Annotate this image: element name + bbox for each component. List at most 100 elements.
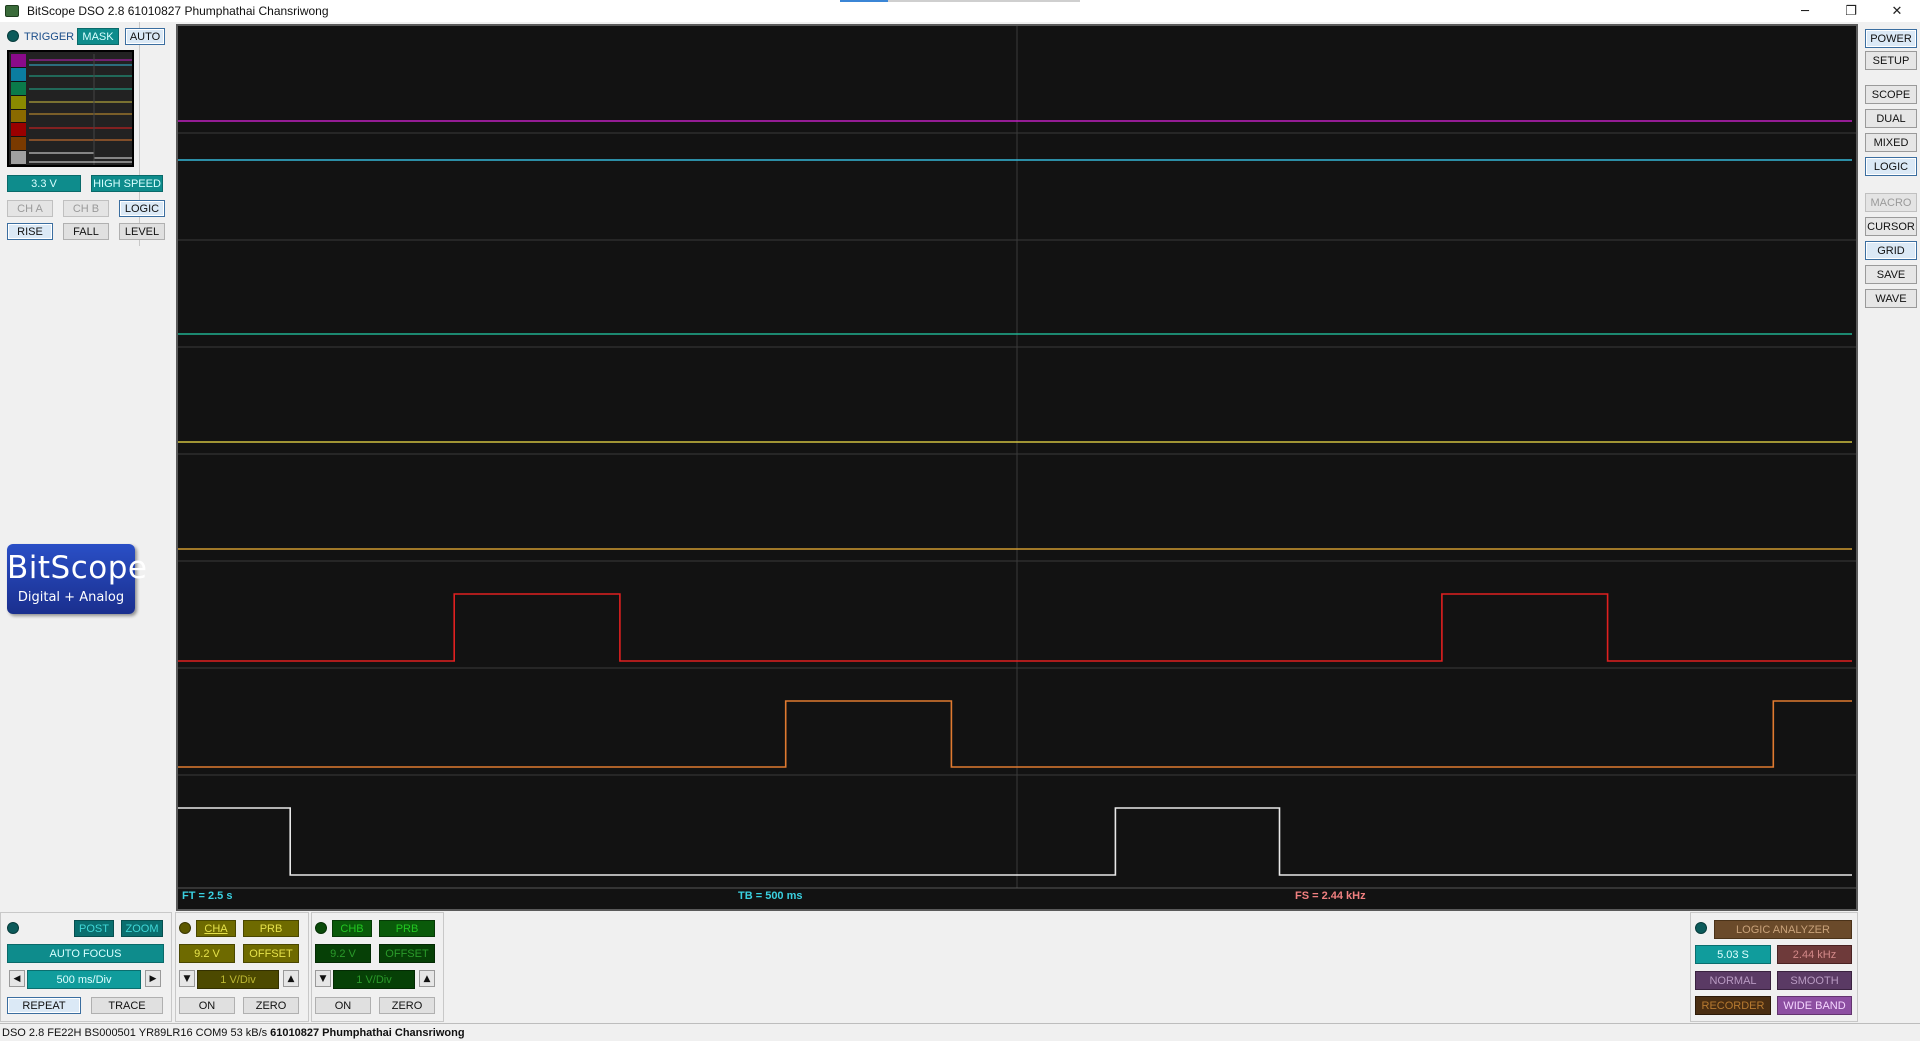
high-speed-button[interactable]: HIGH SPEED: [91, 175, 163, 192]
fs-readout: FS = 2.44 kHz: [1295, 890, 1366, 902]
scope-mode-button[interactable]: SCOPE: [1865, 85, 1917, 104]
trace-button[interactable]: TRACE: [91, 997, 163, 1014]
wave-button[interactable]: WAVE: [1865, 289, 1917, 308]
restore-button[interactable]: ❐: [1828, 0, 1874, 22]
channel-a-on-button[interactable]: ON: [179, 997, 235, 1014]
channel-b-offset-button[interactable]: OFFSET: [379, 944, 435, 963]
logo-name: BitScope: [7, 550, 148, 586]
auto-button[interactable]: AUTO: [125, 28, 165, 45]
zoom-button[interactable]: ZOOM: [121, 920, 163, 937]
chevron-down-icon: ▼: [319, 973, 327, 984]
trigger-label: TRIGGER: [24, 31, 75, 43]
recorder-button[interactable]: RECORDER: [1695, 996, 1771, 1015]
smooth-button[interactable]: SMOOTH: [1777, 971, 1852, 990]
power-button[interactable]: POWER: [1865, 29, 1917, 48]
scope-traces: [178, 120, 1852, 876]
chevron-right-icon: ▶: [149, 973, 157, 984]
logic-analyzer-led-icon[interactable]: [1695, 922, 1707, 934]
normal-button[interactable]: NORMAL: [1695, 971, 1771, 990]
ft-readout: FT = 2.5 s: [182, 890, 233, 902]
logic-trace-5: [178, 593, 1852, 662]
setup-button[interactable]: SETUP: [1865, 51, 1917, 70]
channel-a-range[interactable]: 9.2 V: [179, 944, 235, 963]
minimize-button[interactable]: ─: [1782, 0, 1828, 22]
channel-chip-7: [11, 151, 26, 165]
trigger-logic-button[interactable]: LOGIC: [119, 200, 165, 217]
trigger-rise-button[interactable]: RISE: [7, 223, 53, 240]
channel-b-probe-button[interactable]: PRB: [379, 920, 435, 937]
dual-mode-button[interactable]: DUAL: [1865, 109, 1917, 128]
chevron-up-icon: ▲: [287, 973, 295, 984]
channel-a-offset-button[interactable]: OFFSET: [243, 944, 299, 963]
channel-b-vdiv[interactable]: 1 V/Div: [333, 970, 415, 989]
trigger-voltage-button[interactable]: 3.3 V: [7, 175, 81, 192]
logic-trace-7: [178, 807, 1852, 876]
mixed-mode-button[interactable]: MIXED: [1865, 133, 1917, 152]
logic-trace-6: [178, 700, 1852, 768]
window-title: BitScope DSO 2.8 61010827 Phumphathai Ch…: [27, 4, 329, 18]
trigger-cha-button[interactable]: CH A: [7, 200, 53, 217]
trigger-chb-button[interactable]: CH B: [63, 200, 109, 217]
channel-b-vdiv-up-button[interactable]: ▲: [419, 970, 435, 987]
taskbar-progress: [840, 0, 1080, 2]
channel-b-on-button[interactable]: ON: [315, 997, 371, 1014]
trigger-led-icon[interactable]: [7, 30, 19, 42]
macro-button[interactable]: MACRO: [1865, 193, 1917, 212]
mode-panel: POWER SETUP SCOPE DUAL MIXED LOGIC MACRO…: [1862, 22, 1920, 912]
grid-button[interactable]: GRID: [1865, 241, 1917, 260]
chevron-up-icon: ▲: [423, 973, 431, 984]
mask-button[interactable]: MASK: [77, 28, 119, 45]
channel-b-button[interactable]: CHB: [332, 920, 372, 937]
channel-chip-0: [11, 54, 26, 68]
channel-a-button[interactable]: CHA: [196, 920, 236, 937]
channel-a-vdiv-down-button[interactable]: ▼: [179, 970, 195, 987]
auto-focus-button[interactable]: AUTO FOCUS: [7, 944, 164, 963]
channel-a-vdiv[interactable]: 1 V/Div: [197, 970, 279, 989]
sample-rate[interactable]: 2.44 kHz: [1777, 945, 1852, 964]
logic-analyzer-title[interactable]: LOGIC ANALYZER: [1714, 920, 1852, 939]
wide-band-button[interactable]: WIDE BAND: [1777, 996, 1852, 1015]
trigger-mask-display[interactable]: [7, 50, 134, 167]
channel-color-chips: [11, 54, 26, 165]
channel-chip-3: [11, 95, 26, 110]
logo-tagline: Digital + Analog: [17, 590, 125, 605]
post-button[interactable]: POST: [74, 920, 114, 937]
waveform-canvas: [178, 26, 1856, 889]
trigger-level-button[interactable]: LEVEL: [119, 223, 165, 240]
channel-a-vdiv-up-button[interactable]: ▲: [283, 970, 299, 987]
channel-a-led-icon[interactable]: [179, 922, 191, 934]
capture-duration[interactable]: 5.03 S: [1695, 945, 1771, 964]
chevron-down-icon: ▼: [183, 973, 191, 984]
status-owner: 61010827 Phumphathai Chansriwong: [270, 1026, 465, 1039]
save-button[interactable]: SAVE: [1865, 265, 1917, 284]
title-bar: BitScope DSO 2.8 61010827 Phumphathai Ch…: [0, 0, 1920, 22]
channel-b-range[interactable]: 9.2 V: [315, 944, 371, 963]
repeat-button[interactable]: REPEAT: [7, 997, 81, 1014]
channel-b-vdiv-down-button[interactable]: ▼: [315, 970, 331, 987]
trigger-fall-button[interactable]: FALL: [63, 223, 109, 240]
logic-mode-button[interactable]: LOGIC: [1865, 157, 1917, 176]
close-button[interactable]: ✕: [1874, 0, 1920, 22]
channel-chip-6: [11, 137, 26, 152]
channel-a-zero-button[interactable]: ZERO: [243, 997, 299, 1014]
channel-chip-4: [11, 109, 26, 124]
channel-a-probe-button[interactable]: PRB: [243, 920, 299, 937]
channel-chip-1: [11, 67, 26, 82]
cursor-button[interactable]: CURSOR: [1865, 217, 1917, 236]
channel-b-zero-button[interactable]: ZERO: [379, 997, 435, 1014]
chevron-left-icon: ◀: [13, 973, 21, 984]
scope-grid: [178, 26, 1856, 889]
bitscope-logo: BitScope Digital + Analog: [7, 544, 148, 614]
timebase-led-icon[interactable]: [7, 922, 19, 934]
channel-chip-5: [11, 123, 26, 138]
scope-display[interactable]: FT = 2.5 s TB = 500 ms FS = 2.44 kHz: [176, 24, 1858, 911]
status-bar: DSO 2.8 FE22H BS000501 YR89LR16 COM9 53 …: [0, 1023, 1920, 1041]
channel-b-led-icon[interactable]: [315, 922, 327, 934]
trigger-mask-lines: [29, 54, 132, 165]
timebase-increase-button[interactable]: ▶: [145, 970, 161, 987]
channel-chip-2: [11, 81, 26, 96]
status-info: DSO 2.8 FE22H BS000501 YR89LR16 COM9 53 …: [2, 1026, 268, 1039]
timebase-decrease-button[interactable]: ◀: [9, 970, 25, 987]
timebase-value[interactable]: 500 ms/Div: [27, 970, 141, 989]
tb-readout: TB = 500 ms: [738, 890, 803, 902]
